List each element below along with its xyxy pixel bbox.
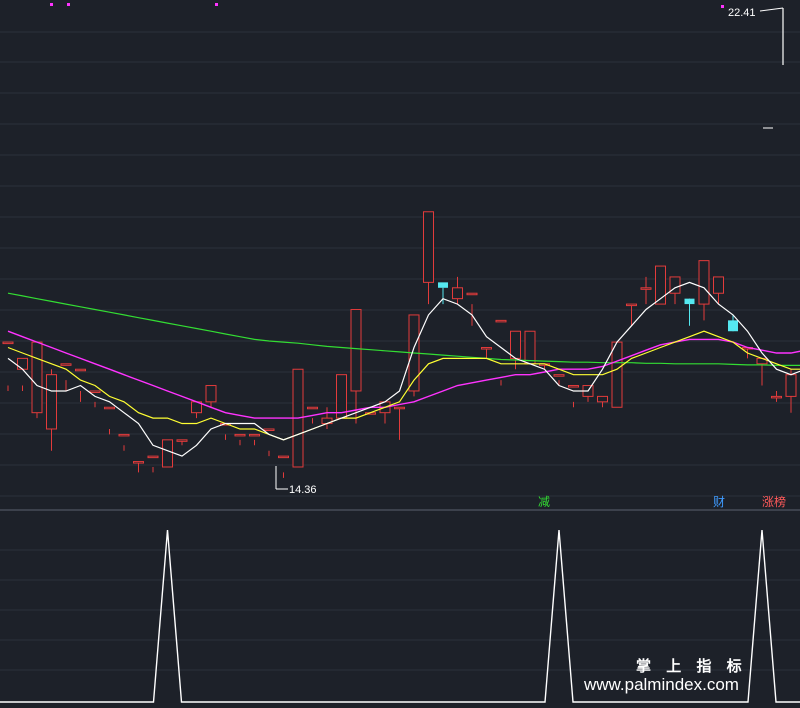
candle-body: [510, 330, 521, 359]
candle-body: [89, 390, 101, 393]
candle-body: [684, 298, 695, 305]
candle-body: [205, 385, 217, 403]
tag-finance: 财: [713, 495, 725, 509]
candle-body: [2, 341, 14, 345]
brand-url: www.palmindex.com: [583, 675, 739, 694]
candle-body: [278, 455, 289, 459]
candle-body: [394, 406, 405, 410]
tag-reduce: 减: [538, 495, 550, 509]
candle-body: [423, 211, 434, 283]
candle-body: [133, 461, 144, 464]
candle-body: [307, 406, 318, 410]
candle-body: [118, 433, 130, 437]
candle-body: [263, 428, 275, 431]
candle-body: [31, 341, 43, 414]
candle: [524, 330, 536, 365]
candle-body: [626, 303, 637, 307]
chart-background: [0, 0, 800, 708]
candle: [408, 314, 420, 397]
candle: [611, 341, 623, 408]
candle-body: [162, 439, 173, 468]
candle-body: [728, 320, 738, 332]
candle-body: [553, 374, 565, 377]
candle: [31, 341, 43, 419]
candle-body: [249, 433, 260, 437]
candle-body: [698, 260, 710, 305]
top-marker: [721, 5, 724, 8]
top-marker: [215, 3, 218, 6]
brand-title: 掌 上 指 标: [636, 657, 747, 675]
candle-body: [481, 347, 492, 350]
candle-body: [234, 433, 246, 437]
candle-body: [568, 385, 579, 388]
candle-body: [597, 395, 608, 403]
candle-body: [147, 455, 159, 459]
top-marker: [67, 3, 70, 6]
candle-body: [104, 406, 115, 410]
candle-body: [46, 374, 57, 430]
candle-body: [713, 276, 724, 294]
top-marker: [50, 3, 53, 6]
tag-limit-list: 涨榜: [762, 494, 786, 509]
candle: [162, 439, 173, 468]
stock-chart: 22.41 14.36 减 财 涨榜 掌 上 指 标 www.palmindex…: [0, 0, 800, 708]
candle-body: [350, 309, 362, 392]
candle-body: [771, 395, 782, 399]
candle-body: [640, 287, 652, 290]
candle-body: [452, 287, 463, 300]
candle-body: [466, 292, 478, 296]
candle-body: [524, 330, 536, 365]
candle-body: [60, 363, 72, 366]
candle-body: [611, 341, 623, 408]
candle-body: [176, 439, 188, 442]
candle-body: [785, 374, 797, 397]
candle-body: [495, 319, 507, 323]
candle-body: [75, 368, 86, 372]
candle-body: [438, 282, 448, 288]
candle-body: [17, 357, 28, 370]
max-price-label: 22.41: [728, 7, 756, 19]
min-price-label: 14.36: [289, 484, 317, 496]
